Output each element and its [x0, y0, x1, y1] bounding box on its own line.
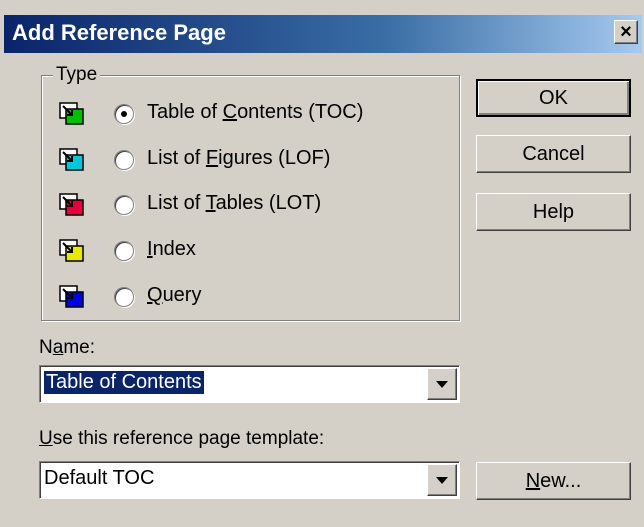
name-value: Table of Contents	[44, 371, 204, 394]
radio-label-lot: List of Tables (LOT)	[147, 192, 322, 214]
chevron-down-icon[interactable]	[427, 368, 457, 400]
radio-index[interactable]	[114, 241, 134, 261]
name-combobox[interactable]: Table of Contents	[39, 365, 460, 403]
radio-label-index: Index	[147, 238, 196, 260]
name-label: Name:	[39, 337, 95, 358]
template-value: Default TOC	[44, 467, 155, 489]
new-button[interactable]: New...	[476, 462, 631, 500]
lof-icon	[59, 148, 84, 171]
index-icon	[59, 239, 84, 262]
radio-toc[interactable]	[114, 104, 134, 124]
dialog-title: Add Reference Page	[12, 20, 226, 45]
radio-label-toc: Table of Contents (TOC)	[147, 101, 364, 123]
radio-query[interactable]	[114, 287, 134, 307]
radio-label-query: Query	[147, 284, 202, 306]
radio-label-lof: List of Figures (LOF)	[147, 147, 331, 169]
close-button[interactable]: ×	[614, 20, 638, 44]
query-icon	[59, 285, 84, 308]
help-button[interactable]: Help	[476, 193, 631, 231]
type-group-label: Type	[53, 64, 101, 86]
radio-lot[interactable]	[114, 195, 134, 215]
lot-icon	[59, 193, 84, 216]
cancel-button[interactable]: Cancel	[476, 135, 631, 173]
ok-button[interactable]: OK	[476, 79, 631, 117]
title-bar[interactable]: Add Reference Page ×	[4, 15, 642, 53]
radio-lof[interactable]	[114, 150, 134, 170]
template-label: Use this reference page template:	[39, 428, 325, 449]
toc-icon	[59, 102, 84, 125]
add-reference-page-dialog: Add Reference Page × Type Table of Conte…	[0, 0, 644, 527]
template-combobox[interactable]: Default TOC	[39, 461, 460, 499]
chevron-down-icon[interactable]	[427, 464, 457, 496]
